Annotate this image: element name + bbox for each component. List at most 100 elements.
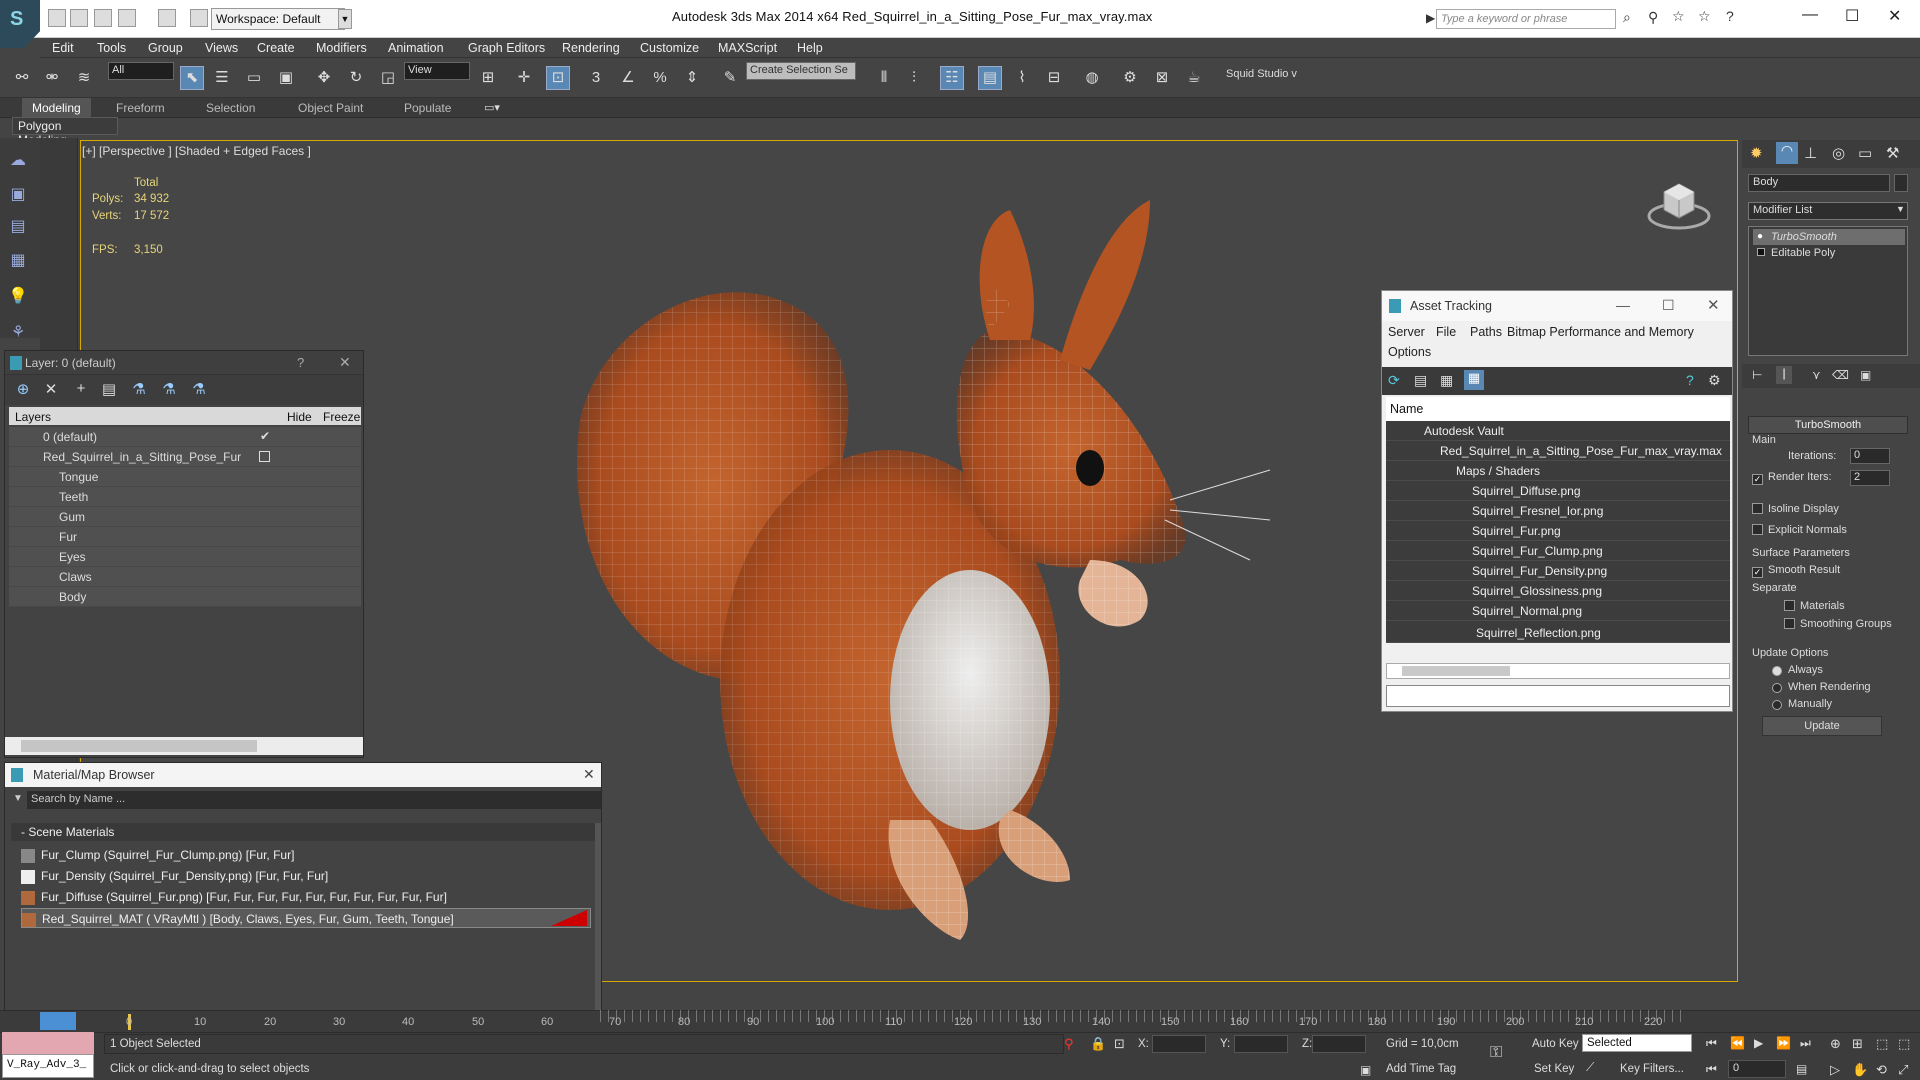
workspace-dropdown[interactable]: Workspace: Default <box>211 8 345 30</box>
field-of-view-icon[interactable]: ▷ <box>1830 1062 1840 1078</box>
selection-filter-dropdown[interactable]: All <box>108 62 174 80</box>
close-icon[interactable]: ✕ <box>583 766 595 783</box>
menu-modifiers[interactable]: Modifiers <box>316 38 367 58</box>
menu-group[interactable]: Group <box>148 38 183 58</box>
display-tab-icon[interactable]: ▭ <box>1858 144 1872 162</box>
freeze-all-icon[interactable]: ⚗ <box>189 380 209 400</box>
motion-tab-icon[interactable]: ◎ <box>1832 144 1845 162</box>
settings-icon[interactable]: ⚙ <box>1708 372 1721 389</box>
tree-row[interactable]: Squirrel_Normal.png <box>1386 601 1730 621</box>
asset-path-field[interactable] <box>1386 685 1730 707</box>
pan-icon[interactable]: ✋ <box>1852 1062 1868 1078</box>
lightbulb-icon[interactable]: ● <box>1757 231 1763 242</box>
schematic-view-icon[interactable]: ⊟ <box>1042 66 1066 90</box>
menu-views[interactable]: Views <box>205 38 238 58</box>
isolate-selection-icon[interactable]: ⚲ <box>1064 1036 1074 1052</box>
hierarchy-tab-icon[interactable]: ⊥ <box>1804 144 1817 162</box>
menu-animation[interactable]: Animation <box>388 38 444 58</box>
list-item[interactable]: Fur_Clump (Squirrel_Fur_Clump.png) [Fur,… <box>21 845 591 865</box>
next-frame-icon[interactable]: ⏩ <box>1776 1036 1791 1050</box>
scroll-thumb[interactable] <box>21 740 257 752</box>
maximize-icon[interactable]: ☐ <box>1845 6 1859 26</box>
tree-row[interactable]: Maps / Shaders <box>1386 461 1730 481</box>
menu-edit[interactable]: Edit <box>52 38 74 58</box>
menu-graph-editors[interactable]: Graph Editors <box>468 38 545 58</box>
ribbon-options-icon[interactable]: ▭▾ <box>484 101 508 115</box>
chevron-down-icon[interactable]: ▼ <box>1896 204 1905 214</box>
viewcube-icon[interactable] <box>1646 176 1712 232</box>
layer-row[interactable]: Tongue <box>9 467 361 487</box>
scroll-thumb[interactable] <box>1402 666 1510 676</box>
render-iters-checkbox[interactable]: ✓ <box>1752 471 1763 485</box>
sign-in-icon[interactable]: ☆ <box>1672 8 1685 25</box>
unlink-icon[interactable]: ⚮ <box>40 66 64 90</box>
zoom-icon[interactable]: ⊕ <box>1830 1036 1841 1052</box>
expand-search-icon[interactable]: ▶ <box>1426 11 1435 25</box>
layer-row[interactable]: Body <box>9 587 361 607</box>
menu-help[interactable]: Help <box>797 38 823 58</box>
help-icon[interactable]: ? <box>1686 372 1694 388</box>
modifier-list-dropdown[interactable]: Modifier List <box>1748 202 1908 220</box>
active-layer-check-icon[interactable]: ✔ <box>260 429 270 443</box>
lock-selection-icon[interactable]: 🔒 <box>1090 1036 1106 1052</box>
col-freeze[interactable]: Freeze <box>323 410 360 424</box>
set-key-button[interactable]: Set Key <box>1534 1063 1574 1075</box>
zoom-all-icon[interactable]: ⊞ <box>1852 1036 1863 1052</box>
auto-key-button[interactable]: Auto Key <box>1532 1038 1579 1050</box>
reference-coord-dropdown[interactable]: View <box>404 62 470 80</box>
rotate-icon[interactable]: ↻ <box>344 66 368 90</box>
material-browser-title[interactable]: Material/Map Browser <box>5 763 601 787</box>
chevron-down-icon[interactable]: ▼ <box>338 9 352 29</box>
menu-paths[interactable]: Paths <box>1470 325 1502 339</box>
redo-icon[interactable] <box>158 9 176 27</box>
x-coordinate-field[interactable] <box>1152 1035 1206 1053</box>
tree-row[interactable]: Squirrel_Fresnel_Ior.png <box>1386 501 1730 521</box>
update-button[interactable]: Update <box>1762 716 1882 736</box>
create-tab-icon[interactable]: ✹ <box>1750 144 1763 162</box>
list-item[interactable]: Red_Squirrel_MAT ( VRayMtl ) [Body, Claw… <box>21 908 591 928</box>
key-icon[interactable]: ⚿ <box>1490 1044 1502 1062</box>
utilities-icon[interactable]: ▦ <box>6 250 30 274</box>
col-hide[interactable]: Hide <box>287 410 312 424</box>
render-iters-spinner[interactable]: 2 <box>1850 470 1890 486</box>
minimize-icon[interactable]: — <box>1802 6 1818 24</box>
angle-snap-icon[interactable]: ∠ <box>616 66 640 90</box>
tab-object-paint[interactable]: Object Paint <box>298 98 363 118</box>
key-filters-button[interactable]: Key Filters... <box>1620 1063 1684 1075</box>
display-panel-icon[interactable]: ▤ <box>6 216 30 240</box>
layer-row[interactable]: Teeth <box>9 487 361 507</box>
link-icon[interactable]: ⚯ <box>10 66 34 90</box>
layer-explorer-icon[interactable]: ☷ <box>940 66 964 90</box>
close-icon[interactable]: ✕ <box>339 354 351 371</box>
isoline-checkbox[interactable] <box>1752 503 1763 517</box>
binoculars-icon[interactable]: ⌕ <box>1623 9 1631 26</box>
set-key-icon[interactable]: ⟋ <box>1586 1060 1594 1075</box>
polygon-modeling-tab[interactable]: Polygon Modeling <box>12 117 118 147</box>
maxscript-listener[interactable] <box>2 1032 94 1054</box>
remove-modifier-icon[interactable]: ⌫ <box>1832 368 1849 382</box>
render-frame-icon[interactable]: ⊠ <box>1150 66 1174 90</box>
key-icon[interactable]: ⚲ <box>1648 9 1658 26</box>
render-setup-icon[interactable]: ⚙ <box>1118 66 1142 90</box>
layer-row[interactable]: Eyes <box>9 547 361 567</box>
key-mode-toggle-icon[interactable]: ⏮ <box>1706 1062 1717 1077</box>
menu-options[interactable]: Options <box>1388 345 1431 359</box>
rect-selection-icon[interactable]: ▭ <box>242 66 266 90</box>
go-to-start-icon[interactable]: ⏮ <box>1706 1036 1717 1051</box>
open-file-icon[interactable] <box>70 9 88 27</box>
hide-all-icon[interactable]: ⚗ <box>159 380 179 400</box>
make-unique-icon[interactable]: ⋎ <box>1812 368 1821 382</box>
move-icon[interactable]: ✥ <box>312 66 336 90</box>
layer-row[interactable]: Claws <box>9 567 361 587</box>
pivot-center-icon[interactable]: ⊞ <box>476 66 500 90</box>
pin-stack-icon[interactable]: ⊢ <box>1752 368 1762 382</box>
highlight-selected-icon[interactable]: ⚗ <box>129 380 149 400</box>
tree-row[interactable]: Red_Squirrel_in_a_Sitting_Pose_Fur_max_v… <box>1386 441 1730 461</box>
select-in-layer-icon[interactable]: ▤ <box>99 380 119 400</box>
material-vscrollbar[interactable] <box>595 823 601 1023</box>
align-icon[interactable]: ⫶ <box>902 66 926 90</box>
help-icon[interactable]: ? <box>297 355 304 370</box>
search-input[interactable]: Type a keyword or phrase <box>1436 9 1616 29</box>
maxscript-mini-listener[interactable]: V_Ray_Adv_3_ <box>2 1054 94 1078</box>
scale-icon[interactable]: ◲ <box>376 66 400 90</box>
